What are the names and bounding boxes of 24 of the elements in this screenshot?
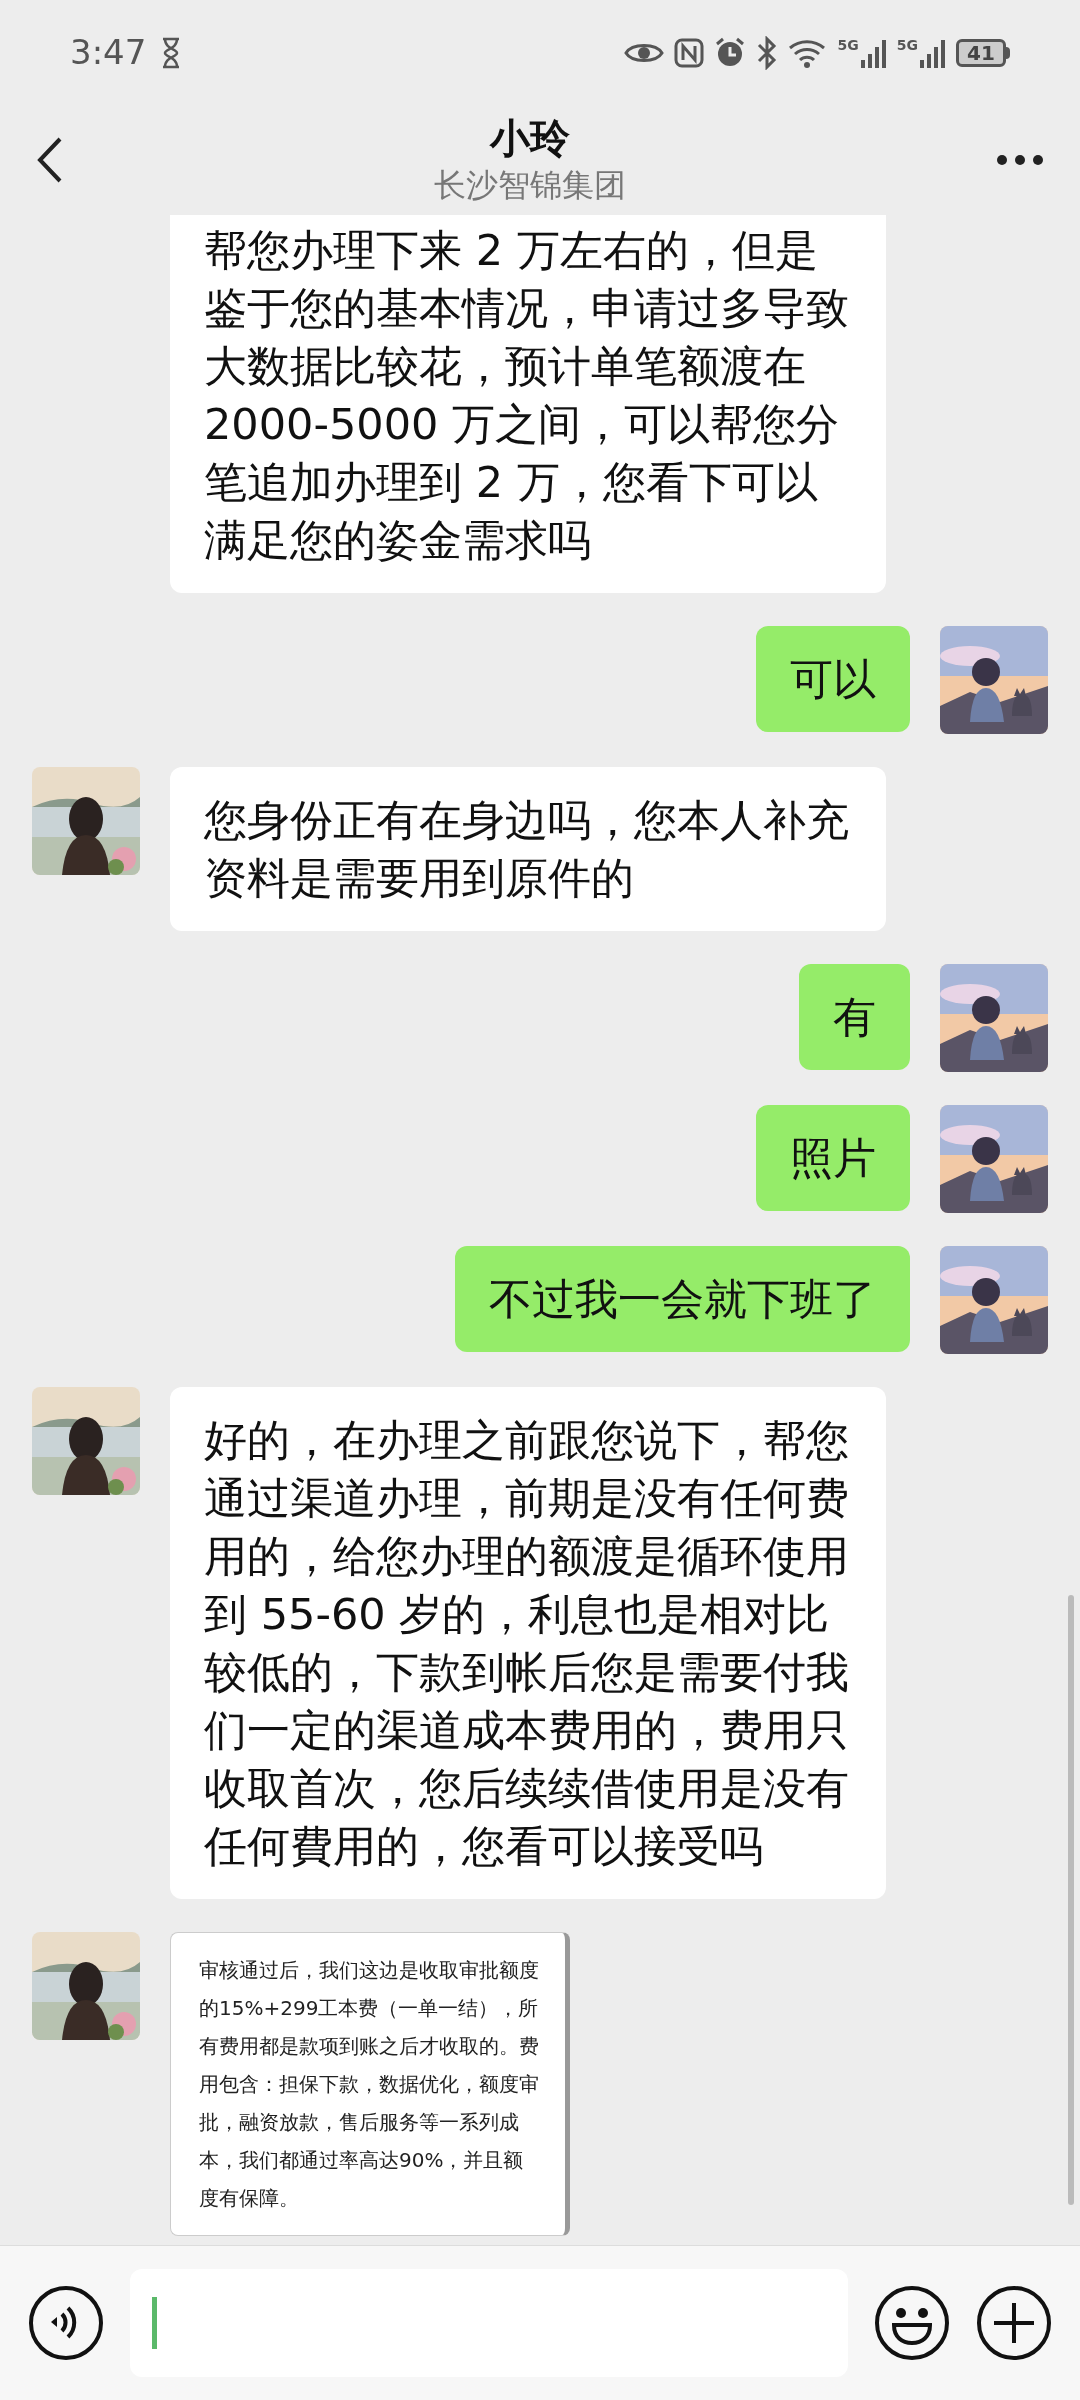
more-icon[interactable] — [996, 154, 1044, 166]
chat-subtitle: 长沙智锦集团 — [434, 165, 626, 206]
status-time: 3:47 — [70, 31, 147, 74]
nfc-icon — [673, 37, 704, 68]
message-bubble: 不过我一会就下班了 — [455, 1246, 910, 1352]
message-bubble: 您身份正有在身边吗，您本人补充资料是需要用到原件的 — [170, 767, 886, 931]
signal-icon — [920, 37, 946, 68]
message-bubble: 照片 — [756, 1105, 910, 1211]
add-icon[interactable] — [976, 2285, 1052, 2361]
voice-icon[interactable] — [28, 2285, 104, 2361]
network-label: 5G — [837, 37, 859, 52]
message-input[interactable] — [130, 2269, 848, 2377]
bluetooth-icon — [755, 35, 778, 70]
network-label: 5G — [896, 37, 918, 52]
signal-icon — [860, 37, 887, 68]
chat-title: 小玲 — [490, 114, 570, 163]
message-bubble: 帮您办理下来 2 万左右的，但是鉴于您的基本情况，申请过多导致大数据比较花，预计单笔额渡在 2000-5000 万之间，可以帮您分笔追加办理到 2 万，您看下可以满足您的姿金需求吗 — [170, 215, 886, 593]
message-bubble: 好的，在办理之前跟您说下，帮您通过渠道办理，前期是没有任何费用的，给您办理的额渡是循环使用到 55-60 岁的，利息也是相对比较低的，下款到帐后您是需要付我们一定的渠道成本费用的，费用只收取首次，您后续续借使用是没有任何費用的，您看可以接受吗 — [170, 1387, 886, 1899]
emoji-icon[interactable] — [874, 2285, 950, 2361]
alarm-icon — [713, 36, 746, 69]
message-bubble: 有 — [799, 964, 910, 1070]
screenshot-card: 审核通过后，我们这边是收取审批额度的15%+299工本费（一单一结），所有费用都是款项到账之后才收取的。费用包含：担保下款，数据优化，额度审批，融资放款，售后服务等一系列成本，我们都通过率高达90%，并且额度有保障。 — [170, 1932, 570, 2236]
message-bubble: 可以 — [756, 626, 910, 732]
back-icon[interactable] — [36, 136, 64, 184]
